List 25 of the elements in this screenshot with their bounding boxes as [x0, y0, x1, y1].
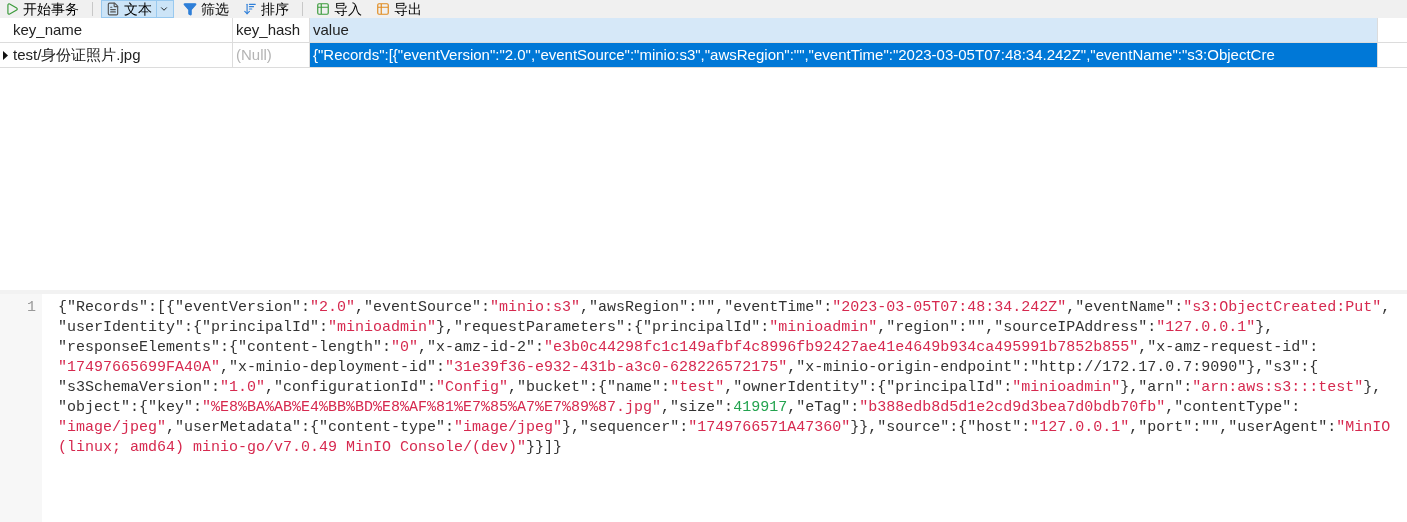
toolbar-button[interactable]: 排序 [238, 0, 294, 18]
document-icon [106, 2, 120, 16]
code-line: "image/jpeg","userMetadata":{"content-type":"image/jpeg"},"sequencer":"1749766571A47360"}},"source":{"host":"127.0.0.1","port":"","userAgent":"MinIO [58, 418, 1391, 438]
sort-icon [243, 2, 257, 16]
code-line: "userIdentity":{"principalId":"minioadmin"},"requestParameters":{"principalId":"minioadmin","region":"","sourceIPAddress":"127.0.0.1"}, [58, 318, 1274, 338]
code-line: "17497665699FA40A","x-minio-deployment-id":"31e39f36-e932-431b-a3c0-628226572175","x-minio-origin-endpoint":"http://172.17.0.7:9090"},"s3":{ [58, 358, 1319, 378]
toolbar-button[interactable]: 筛选 [178, 0, 234, 18]
toolbar-button[interactable]: 文本 [101, 0, 174, 18]
table-icon [376, 2, 390, 16]
code-line: "responseElements":{"content-length":"0","x-amz-id-2":"e3b0c44298fc1c149afbf4c8996fb92427ae41e4649b934ca495991b7852b855","x-amz-request-id": [58, 338, 1319, 358]
table-icon [316, 2, 330, 16]
code-line: {"Records":[{"eventVersion":"2.0","eventSource":"minio:s3","awsRegion":"","eventTime":"2023-03-05T07:48:34.242Z","eventName":"s3:ObjectCreated:Put", [58, 298, 1391, 318]
toolbar-button[interactable]: 开始事务 [0, 0, 84, 18]
table-cell[interactable]: test/身份证照片.jpg [10, 43, 233, 67]
table-cell[interactable]: {"Records":[{"eventVersion":"2.0","eventSource":"minio:s3","awsRegion":"","eventTime":"2023-03-05T07:48:34.242Z","eventName":"s3:ObjectCre [310, 43, 1378, 67]
code-line: (linux; amd64) minio-go/v7.0.49 MinIO Console/(dev)"}}]} [58, 438, 563, 458]
filter-icon [183, 2, 197, 16]
code-line: "s3SchemaVersion":"1.0","configurationId":"Config","bucket":{"name":"test","ownerIdentity":{"principalId":"minioadmin"},"arn":"arn:aws:s3:::test"}, [58, 378, 1382, 398]
caret-icon [159, 4, 169, 14]
column-header[interactable]: value [310, 18, 1378, 42]
toolbar-button[interactable]: 导出 [371, 0, 427, 18]
line-number: 1 [27, 298, 36, 318]
play-icon [5, 2, 19, 16]
toolbar-button[interactable]: 导入 [311, 0, 367, 18]
code-line: "object":{"key":"%E8%BA%AB%E4%BB%BD%E8%AF%81%E7%85%A7%E7%89%87.jpg","size":419917,"eTag":"b388edb8d5d1e2cd9d3bea7d0bdb70fb","contentType": [58, 398, 1301, 418]
